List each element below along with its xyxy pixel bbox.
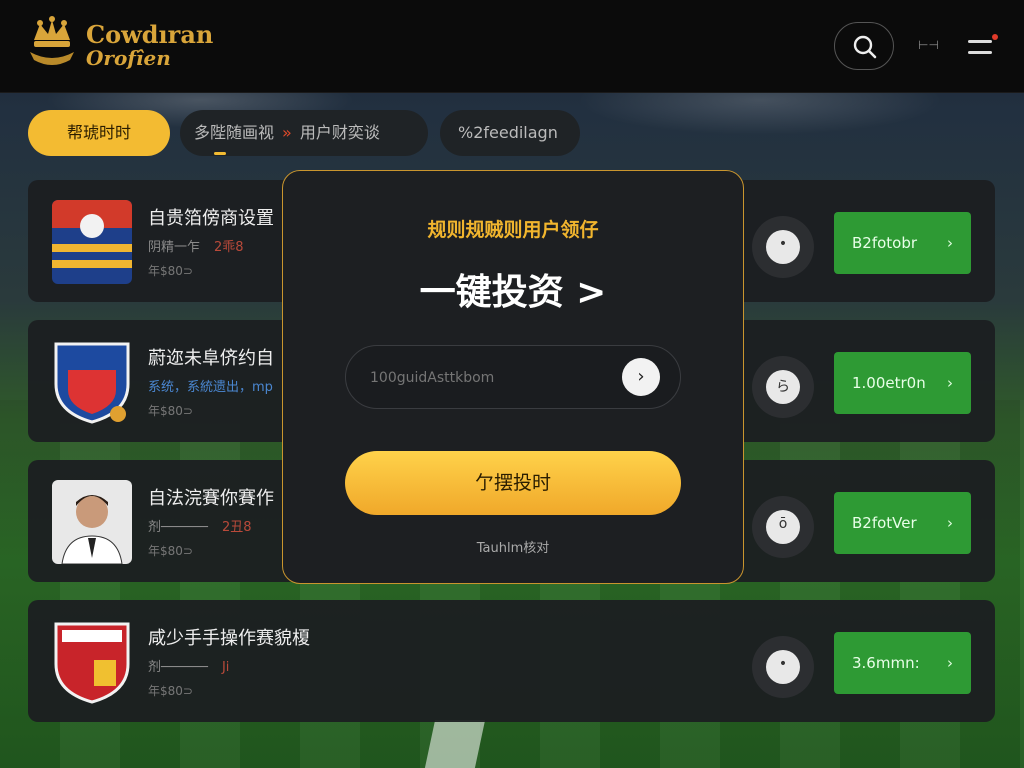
match-subtitle: 剂────── 2丑8 bbox=[148, 520, 252, 535]
team-crest bbox=[52, 620, 132, 704]
match-meta: 年$80⊃ bbox=[148, 544, 193, 558]
match-meta: 年$80⊃ bbox=[148, 264, 193, 278]
team-crest-icon bbox=[54, 342, 130, 424]
search-button[interactable] bbox=[834, 22, 894, 70]
modal-subtitle: 规则规贼则用户领仔 bbox=[427, 219, 599, 241]
match-title: 咸少手手操作赛貌榎 bbox=[148, 628, 310, 649]
expand-icon[interactable]: ⊢⊣ bbox=[918, 38, 942, 54]
chevron-right-icon: › bbox=[947, 374, 953, 392]
team-crest bbox=[52, 200, 132, 284]
pitch-line bbox=[424, 720, 486, 768]
crown-logo-icon bbox=[30, 16, 74, 65]
breadcrumb-left[interactable]: 多陛随画视 bbox=[194, 123, 274, 142]
status-indicator[interactable]: ら bbox=[752, 356, 814, 418]
chevron-right-icon: › bbox=[947, 514, 953, 532]
hamburger-menu-icon[interactable] bbox=[968, 34, 998, 58]
odds-button[interactable]: B2fotVer › bbox=[834, 492, 971, 554]
player-avatar bbox=[52, 480, 132, 564]
team-crest-icon bbox=[54, 622, 130, 704]
brand-name-line2: Orofîen bbox=[86, 46, 171, 70]
match-meta: 年$80⊃ bbox=[148, 404, 193, 418]
status-indicator[interactable]: • bbox=[752, 636, 814, 698]
brand-name-line1: Cowdıran bbox=[86, 20, 214, 49]
match-meta: 年$80⊃ bbox=[148, 684, 193, 698]
notification-dot bbox=[992, 34, 998, 40]
modal-footer-link[interactable]: Tauhlm核对 bbox=[283, 537, 743, 556]
breadcrumb-right[interactable]: 用户财奕谈 bbox=[300, 123, 380, 142]
match-subtitle: 阴精一乍 2乖8 bbox=[148, 240, 244, 255]
modal-title: 一键投资 > bbox=[419, 272, 607, 313]
odds-button[interactable]: 3.6mmn: › bbox=[834, 632, 971, 694]
player-photo-icon bbox=[52, 480, 132, 564]
odds-button[interactable]: B2fotobr › bbox=[834, 212, 971, 274]
team-crest-icon bbox=[52, 200, 132, 284]
chevron-right-icon: › bbox=[947, 234, 953, 252]
filter-select-value: %2feedilagn bbox=[458, 123, 558, 142]
breadcrumb-separator: » bbox=[282, 123, 292, 142]
status-indicator[interactable]: ō bbox=[752, 496, 814, 558]
match-title: 自贵箔傍商设置 bbox=[148, 208, 274, 229]
match-title: 自法浣賽你賽作 bbox=[148, 488, 274, 509]
team-crest bbox=[52, 340, 132, 424]
amount-input[interactable] bbox=[368, 362, 612, 394]
quick-bet-modal: 规则规贼则用户领仔 一键投资 > › 亇摆投时 Tauhlm核对 bbox=[282, 170, 744, 584]
top-header: Cowdıran Orofîen ⊢⊣ bbox=[0, 0, 1024, 93]
filter-tab-active[interactable]: 帮琥时时 bbox=[28, 110, 170, 156]
confirm-bet-button[interactable]: 亇摆投时 bbox=[345, 451, 681, 515]
odds-button[interactable]: 1.00etr0n › bbox=[834, 352, 971, 414]
brand-logo[interactable]: Cowdıran Orofîen bbox=[26, 14, 216, 74]
submit-arrow-button[interactable]: › bbox=[622, 358, 660, 396]
chevron-right-icon: › bbox=[947, 654, 953, 672]
status-indicator[interactable]: • bbox=[752, 216, 814, 278]
amount-input-wrapper: › bbox=[345, 345, 681, 409]
match-card-4[interactable]: 咸少手手操作赛貌榎 剂────── Ji 年$80⊃ • 3.6mmn: › bbox=[28, 600, 995, 722]
match-title: 蔚迩未阜侪约自 bbox=[148, 348, 274, 369]
search-icon bbox=[853, 35, 877, 59]
match-subtitle: 系统，系統遗出，mp bbox=[148, 380, 273, 395]
match-subtitle: 剂────── Ji bbox=[148, 660, 230, 675]
filter-select[interactable]: %2feedilagn ⌄ bbox=[440, 110, 580, 188]
active-underline bbox=[214, 152, 226, 155]
filter-breadcrumb[interactable]: 多陛随画视 » 用户财奕谈 bbox=[180, 110, 428, 156]
